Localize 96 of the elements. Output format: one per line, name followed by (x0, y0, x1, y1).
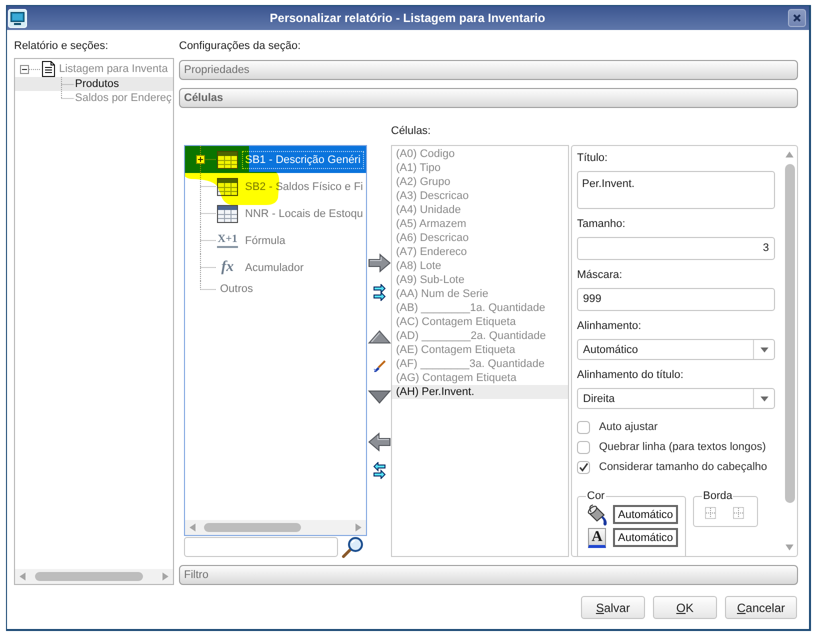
section-header[interactable]: Células (179, 88, 798, 108)
dialog-button[interactable]: Cancelar (724, 596, 797, 619)
dropdown[interactable]: Automático (577, 339, 775, 360)
field-label: Alinhamento: (577, 319, 642, 333)
tree-connector (200, 173, 216, 200)
window-title: Personalizar relatório - Listagem para Inventario (268, 11, 546, 25)
list-item[interactable]: (A1) Tipo (392, 161, 568, 175)
checkbox[interactable] (577, 460, 590, 474)
down-triangle-icon[interactable] (368, 390, 390, 404)
section-header[interactable]: Filtro (179, 565, 798, 585)
group-title: Borda (702, 490, 734, 503)
checkbox-label: Auto ajustar (599, 421, 658, 433)
tree-connector (200, 227, 216, 254)
list-item[interactable]: (A5) Armazem (392, 217, 568, 231)
caret-icon (760, 396, 768, 402)
scroll-left-icon[interactable] (19, 572, 26, 581)
checkbox[interactable] (577, 440, 590, 454)
tree-item[interactable]: Saldos por Endereç (15, 91, 173, 105)
tree-connector (200, 200, 216, 227)
list-item[interactable]: (AH) Per.Invent. (392, 385, 568, 399)
list-item[interactable]: (AE) Contagem Etiqueta (392, 343, 568, 357)
section-header[interactable]: Propriedades (179, 60, 798, 80)
tree-item[interactable]: NNR - Locais de Estoqu (185, 200, 366, 227)
scrollbar[interactable] (15, 569, 173, 584)
collapse-icon[interactable] (20, 64, 29, 74)
font-color-glyph[interactable]: A (588, 528, 606, 548)
search-icon[interactable] (341, 536, 364, 558)
tree-connector (200, 146, 216, 173)
list-item[interactable]: (AA) Num de Serie (392, 287, 568, 301)
scroll-down-icon[interactable] (785, 544, 794, 551)
brush-icon[interactable] (372, 360, 386, 373)
search-field[interactable] (184, 537, 338, 557)
tree-item[interactable]: Listagem para Inventa (15, 61, 173, 77)
list-item[interactable]: (AF) ________3a. Quantidade (392, 357, 568, 371)
tree-item[interactable]: fx Acumulador (185, 254, 366, 281)
paint-bucket-icon[interactable] (586, 504, 608, 526)
list-item[interactable]: (A9) Sub-Lote (392, 273, 568, 287)
checkbox-label: Considerar tamanho do cabeçalho (599, 461, 768, 473)
number-field[interactable]: 3 (577, 237, 775, 260)
list-item[interactable]: (A4) Unidade (392, 203, 568, 217)
table-icon (217, 178, 238, 196)
section-caption: Configurações da seção: (179, 39, 302, 53)
text-area[interactable]: Per.Invent. (577, 171, 775, 209)
dropdown[interactable]: Direita (577, 388, 775, 409)
tree-connector (29, 68, 41, 70)
group-title: Cor (586, 490, 606, 503)
border-grid-icon[interactable] (705, 507, 716, 519)
table-icon (217, 150, 238, 168)
tree-item[interactable]: Produtos (15, 77, 173, 91)
tree-item[interactable]: Outros (185, 281, 366, 297)
dialog-button[interactable]: OK (652, 596, 717, 619)
field-label: Título: (577, 151, 609, 165)
document-icon (42, 61, 55, 77)
text-field[interactable]: 999 (577, 288, 775, 311)
scrollbar-thumb[interactable] (784, 164, 794, 503)
field-label: Alinhamento do título: (577, 368, 684, 382)
close-button[interactable] (788, 9, 806, 27)
color-button[interactable]: Automático (613, 505, 678, 524)
list-item[interactable]: (AB) ________1a. Quantidade (392, 301, 568, 315)
scrollbar[interactable] (185, 520, 366, 535)
list-item[interactable]: (A3) Descricao (392, 189, 568, 203)
double-right-arrow-icon[interactable] (372, 284, 386, 301)
function-glyph: fx (220, 259, 235, 276)
checkbox[interactable] (577, 420, 590, 434)
list-item[interactable]: (A8) Lote (392, 259, 568, 273)
section-caption: Relatório e seções: (14, 39, 110, 53)
swap-arrows-icon[interactable] (372, 462, 386, 479)
list-item[interactable]: (A6) Descricao (392, 231, 568, 245)
close-icon (793, 14, 801, 22)
scrollbar-thumb[interactable] (204, 523, 301, 532)
right-arrow-icon[interactable] (368, 253, 390, 273)
dialog-button[interactable]: Salvar (580, 596, 645, 619)
expand-icon[interactable] (196, 155, 205, 164)
scroll-right-icon[interactable] (162, 572, 169, 581)
list-item[interactable]: (A2) Grupo (392, 175, 568, 189)
field-label: Tamanho: (577, 217, 626, 231)
scroll-left-icon[interactable] (189, 523, 196, 532)
field-label: Máscara: (577, 268, 624, 282)
tree-item[interactable]: X+1 Fórmula (185, 227, 366, 254)
checkbox-label: Quebrar linha (para textos longos) (599, 441, 766, 453)
table-icon (217, 204, 238, 222)
border-grid-icon[interactable] (733, 507, 744, 519)
up-triangle-icon[interactable] (368, 330, 390, 344)
list-caption: Células: (391, 124, 432, 138)
scrollbar-thumb[interactable] (35, 572, 143, 581)
list-item[interactable]: (A7) Endereco (392, 245, 568, 259)
scroll-right-icon[interactable] (355, 523, 362, 532)
formula-glyph: X+1 (217, 233, 238, 248)
list-item[interactable]: (A0) Codigo (392, 147, 568, 161)
scroll-up-icon[interactable] (785, 151, 794, 158)
list-item[interactable]: (AC) Contagem Etiqueta (392, 315, 568, 329)
left-arrow-icon[interactable] (368, 432, 390, 452)
list-item[interactable]: (AD) ________2a. Quantidade (392, 329, 568, 343)
color-button[interactable]: Automático (613, 528, 678, 547)
caret-icon (760, 346, 768, 352)
list-item[interactable]: (AG) Contagem Etiqueta (392, 371, 568, 385)
